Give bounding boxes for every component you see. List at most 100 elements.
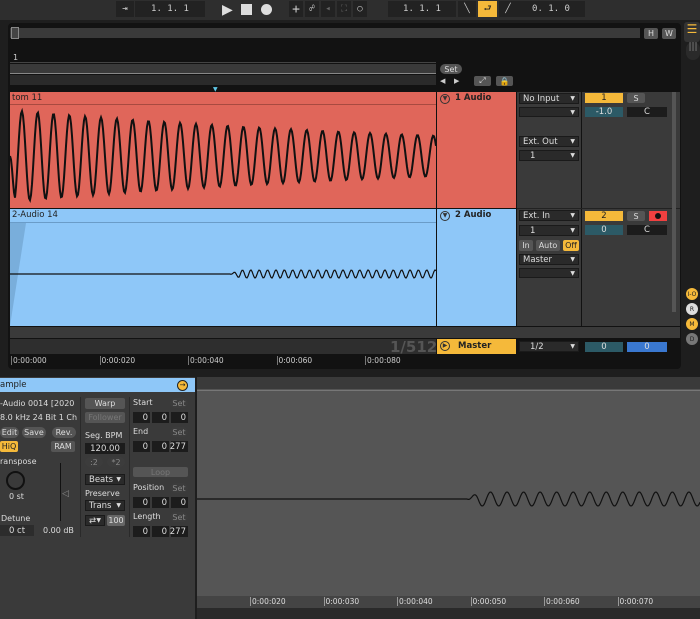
loop-switch-icon[interactable]: ⮐ [478, 1, 497, 17]
length-field[interactable]: 0 [133, 526, 150, 537]
seg-bpm-value[interactable]: 120.00 [85, 443, 125, 454]
track-header[interactable]: ▼ 1 Audio [437, 92, 516, 208]
session-record-icon[interactable]: ○ [353, 1, 367, 17]
hiq-button[interactable]: HiQ [0, 441, 18, 452]
output-channel-dropdown[interactable]: 1 [519, 150, 579, 161]
track-activator-button[interactable]: 2 [585, 211, 623, 221]
next-locator-icon[interactable]: ▶ [454, 77, 459, 85]
reverse-button[interactable]: Rev. [52, 427, 76, 438]
capture-icon[interactable]: ⛶ [337, 1, 351, 17]
fold-icon[interactable]: ▼ [440, 94, 450, 104]
fold-icon[interactable]: ▼ [440, 211, 450, 221]
length-field[interactable]: 277 [170, 526, 188, 537]
solo-button[interactable]: S [627, 93, 645, 103]
sample-time-ruler[interactable]: 0:00:020 0:00:030 0:00:040 0:00:050 0:00:060… [197, 596, 700, 608]
master-track-header[interactable]: ▶ Master [437, 339, 516, 354]
output-channel-dropdown[interactable] [519, 268, 579, 278]
follower-button[interactable]: Follower [85, 412, 125, 423]
loop-mode-dropdown[interactable]: ⇄ [85, 515, 105, 526]
warp-button[interactable]: Warp [85, 398, 125, 409]
position-set-button[interactable]: Set [170, 483, 188, 493]
start-field[interactable]: 0 [152, 412, 169, 423]
transpose-value[interactable]: 0 st [9, 492, 24, 501]
view-toggle-icon[interactable]: ||| [686, 42, 700, 60]
overview-scrollbar[interactable] [10, 28, 640, 38]
length-field[interactable]: 0 [152, 526, 169, 537]
audio-clip[interactable]: tom 11 [10, 92, 436, 208]
end-field[interactable]: 277 [170, 441, 188, 452]
record-icon[interactable] [261, 4, 272, 15]
master-volume[interactable]: 0 [585, 342, 623, 352]
loop-button[interactable]: Loop [133, 467, 188, 477]
pan-value[interactable]: 0 [585, 225, 623, 235]
position-field[interactable]: 0 [152, 497, 169, 508]
show-d-button[interactable]: D [686, 333, 698, 345]
position-field[interactable]: 0 [133, 497, 150, 508]
end-field[interactable]: 0 [133, 441, 150, 452]
master-output-dropdown[interactable]: 1/2 [519, 341, 579, 352]
follow-arrow-icon[interactable]: ⇥ [116, 1, 134, 17]
preserve-dropdown[interactable]: Trans [85, 500, 125, 511]
locator-set-button[interactable]: Set [440, 64, 462, 74]
play-icon[interactable]: ▶ [222, 2, 233, 18]
ram-button[interactable]: RAM [51, 441, 75, 452]
input-type-dropdown[interactable]: Ext. In [519, 210, 579, 221]
double-tempo-button[interactable]: *2 [107, 457, 125, 467]
save-button[interactable]: Save [22, 427, 46, 438]
beat-ruler[interactable] [10, 62, 436, 63]
gain-handle-icon[interactable]: ◁ [62, 489, 69, 499]
show-i-o-button[interactable]: I-O [686, 288, 698, 300]
envelope-value[interactable]: 100 [107, 515, 125, 526]
stop-icon[interactable] [241, 4, 252, 15]
gain-slider[interactable] [60, 463, 61, 521]
loop-length[interactable]: 0. 1. 0 [517, 1, 585, 17]
detune-value[interactable]: 0 ct [0, 525, 34, 536]
input-channel-dropdown[interactable] [519, 107, 579, 117]
lock-icon[interactable]: 🔒 [496, 76, 513, 86]
arrow-right-icon[interactable]: → [177, 380, 188, 391]
automation-arm-icon[interactable]: ☍ [305, 1, 319, 17]
audio-clip[interactable]: 2-Audio 14 [10, 209, 436, 326]
monitor-off-button[interactable]: Off [563, 240, 579, 251]
vertical-scrollbar[interactable] [672, 92, 676, 312]
pan-value[interactable]: -1.0 [585, 107, 623, 117]
optimize-height-button[interactable]: H [644, 28, 658, 39]
input-type-dropdown[interactable]: No Input [519, 93, 579, 104]
arrangement-position[interactable]: 1. 1. 1 [135, 1, 205, 17]
scrub-area[interactable] [10, 75, 436, 85]
back-to-arrangement-icon[interactable]: ◂ [321, 1, 335, 17]
arm-record-button[interactable] [649, 211, 667, 221]
monitor-in-button[interactable]: In [519, 240, 533, 251]
overview-handle[interactable] [11, 27, 19, 39]
drop-area[interactable] [10, 327, 680, 338]
menu-icon[interactable]: ☰ [684, 22, 700, 42]
position-field[interactable]: 0 [171, 497, 188, 508]
start-field[interactable]: 0 [171, 412, 188, 423]
length-set-button[interactable]: Set [170, 512, 188, 522]
pan-center[interactable]: C [627, 107, 667, 117]
loop-brace[interactable] [10, 64, 436, 74]
warp-mode-dropdown[interactable]: Beats [85, 474, 125, 485]
edit-button[interactable]: Edit [0, 427, 19, 438]
master-pan[interactable]: 0 [627, 342, 667, 352]
start-field[interactable]: 0 [133, 412, 150, 423]
punch-out-icon[interactable]: ╱ [499, 1, 517, 17]
expand-icon[interactable]: ⤢ [474, 76, 491, 86]
prev-locator-icon[interactable]: ◀ [440, 77, 445, 85]
pan-center[interactable]: C [627, 225, 667, 235]
show-m-button[interactable]: M [686, 318, 698, 330]
input-channel-dropdown[interactable]: 1 [519, 225, 579, 236]
time-ruler[interactable]: 0:00:000 0:00:020 0:00:040 0:00:060 0:00:080 [10, 355, 436, 368]
output-type-dropdown[interactable]: Ext. Out [519, 136, 579, 147]
sample-editor[interactable]: 0:00:020 0:00:030 0:00:040 0:00:050 0:00:060… [197, 377, 700, 619]
output-type-dropdown[interactable]: Master [519, 254, 579, 265]
end-field[interactable]: 0 [152, 441, 169, 452]
track-name[interactable]: 2 Audio [455, 210, 491, 220]
punch-in-icon[interactable]: ╲ [458, 1, 476, 17]
punch-in-position[interactable]: 1. 1. 1 [388, 1, 456, 17]
half-tempo-button[interactable]: :2 [85, 457, 103, 467]
end-set-button[interactable]: Set [170, 427, 188, 437]
track-name[interactable]: 1 Audio [455, 93, 491, 103]
play-icon[interactable]: ▶ [440, 341, 450, 351]
optimize-width-button[interactable]: W [662, 28, 676, 39]
